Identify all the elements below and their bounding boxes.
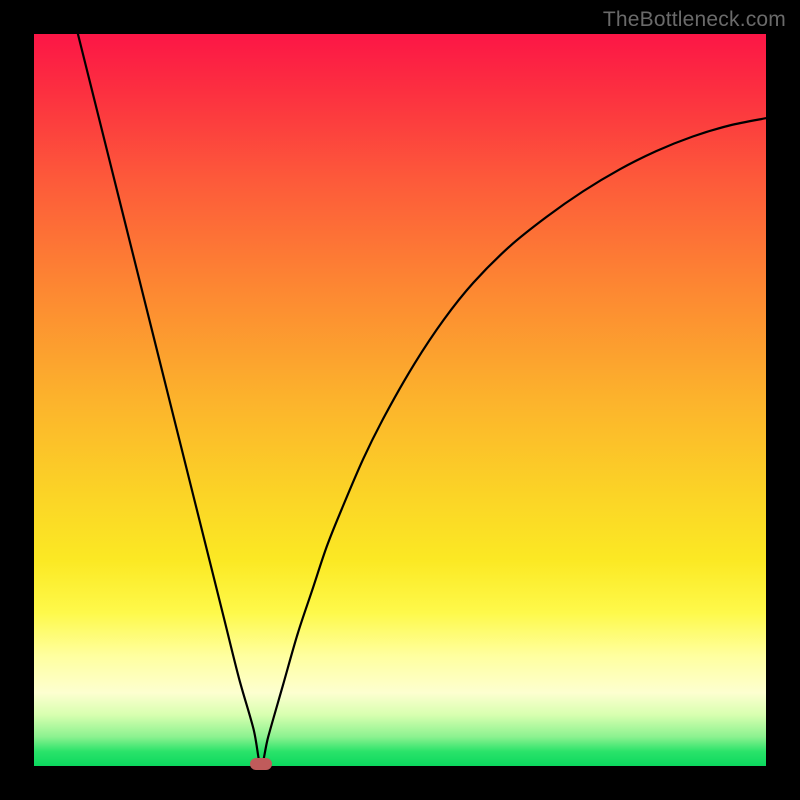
bottleneck-curve xyxy=(78,34,766,766)
plot-area xyxy=(34,34,766,766)
min-marker xyxy=(250,758,272,770)
watermark-text: TheBottleneck.com xyxy=(603,8,786,32)
curve-svg xyxy=(34,34,766,766)
chart-frame: TheBottleneck.com xyxy=(0,0,800,800)
